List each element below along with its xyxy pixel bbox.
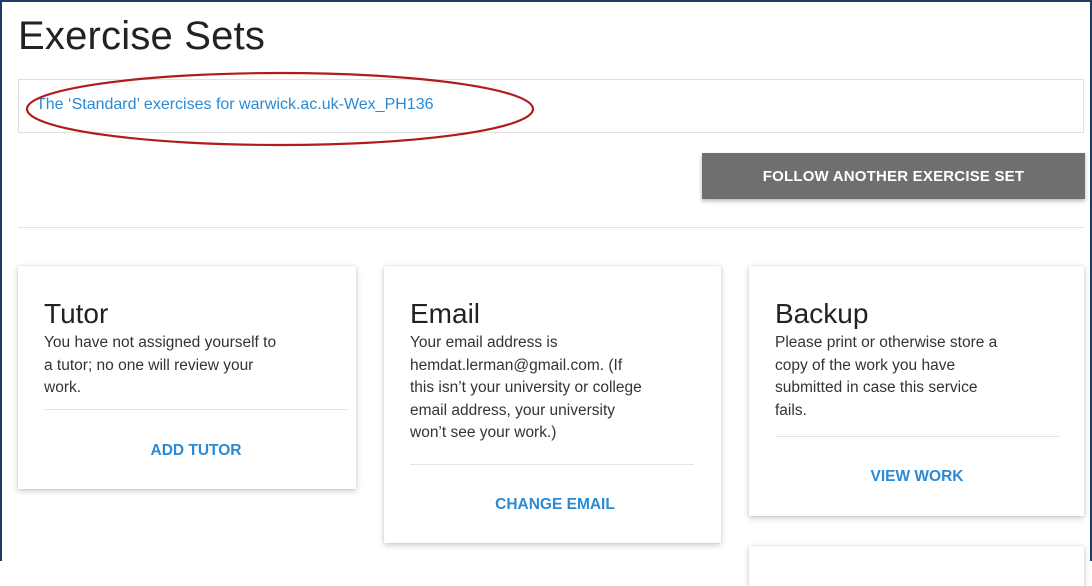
tutor-card-divider bbox=[44, 409, 348, 410]
view-work-button[interactable]: VIEW WORK bbox=[775, 468, 1059, 486]
add-tutor-button[interactable]: ADD TUTOR bbox=[44, 442, 348, 460]
exercise-set-list: The ‘Standard’ exercises for warwick.ac.… bbox=[18, 79, 1084, 133]
tutor-card-title: Tutor bbox=[44, 298, 109, 329]
email-card-text: Your email address is hemdat.lerman@gmai… bbox=[410, 334, 642, 441]
tutor-card-text: You have not assigned yourself to a tuto… bbox=[44, 334, 277, 396]
page-title: Exercise Sets bbox=[18, 14, 266, 58]
next-card-partial bbox=[749, 546, 1084, 586]
email-card: Email Your email address is hemdat.lerma… bbox=[384, 266, 721, 543]
backup-card-title: Backup bbox=[775, 298, 869, 329]
email-card-divider bbox=[410, 464, 694, 465]
backup-card-text: Please print or otherwise store a copy o… bbox=[775, 334, 998, 419]
section-divider bbox=[18, 227, 1084, 228]
exercise-set-link[interactable]: The ‘Standard’ exercises for warwick.ac.… bbox=[36, 96, 434, 114]
change-email-button[interactable]: CHANGE EMAIL bbox=[410, 496, 700, 514]
backup-card-divider bbox=[775, 436, 1059, 437]
tutor-card: Tutor You have not assigned yourself to … bbox=[18, 266, 356, 489]
follow-another-exercise-set-button[interactable]: FOLLOW ANOTHER EXERCISE SET bbox=[702, 153, 1085, 199]
email-card-title: Email bbox=[410, 298, 481, 329]
backup-card: Backup Please print or otherwise store a… bbox=[749, 266, 1084, 516]
